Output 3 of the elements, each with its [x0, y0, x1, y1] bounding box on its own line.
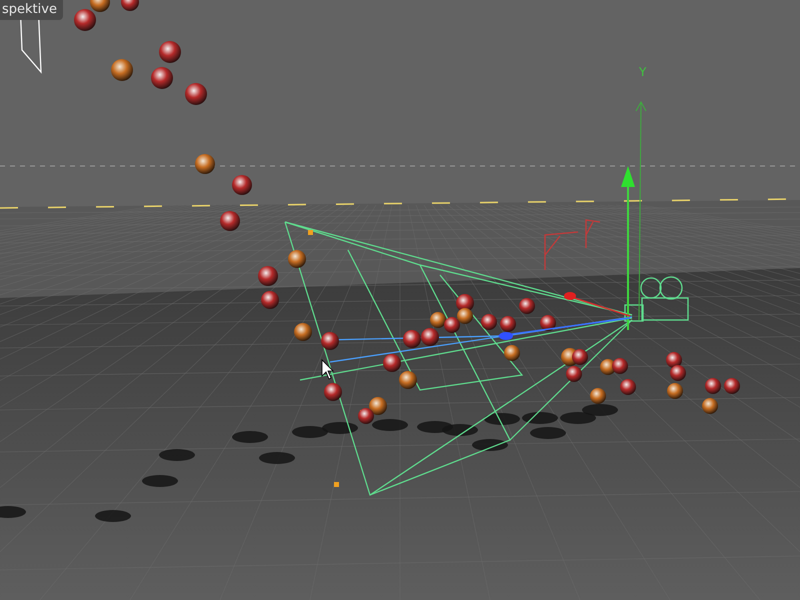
axis-label: Y	[639, 65, 646, 79]
cursor-icon	[322, 359, 334, 380]
viewport-label: spektive	[0, 0, 63, 20]
